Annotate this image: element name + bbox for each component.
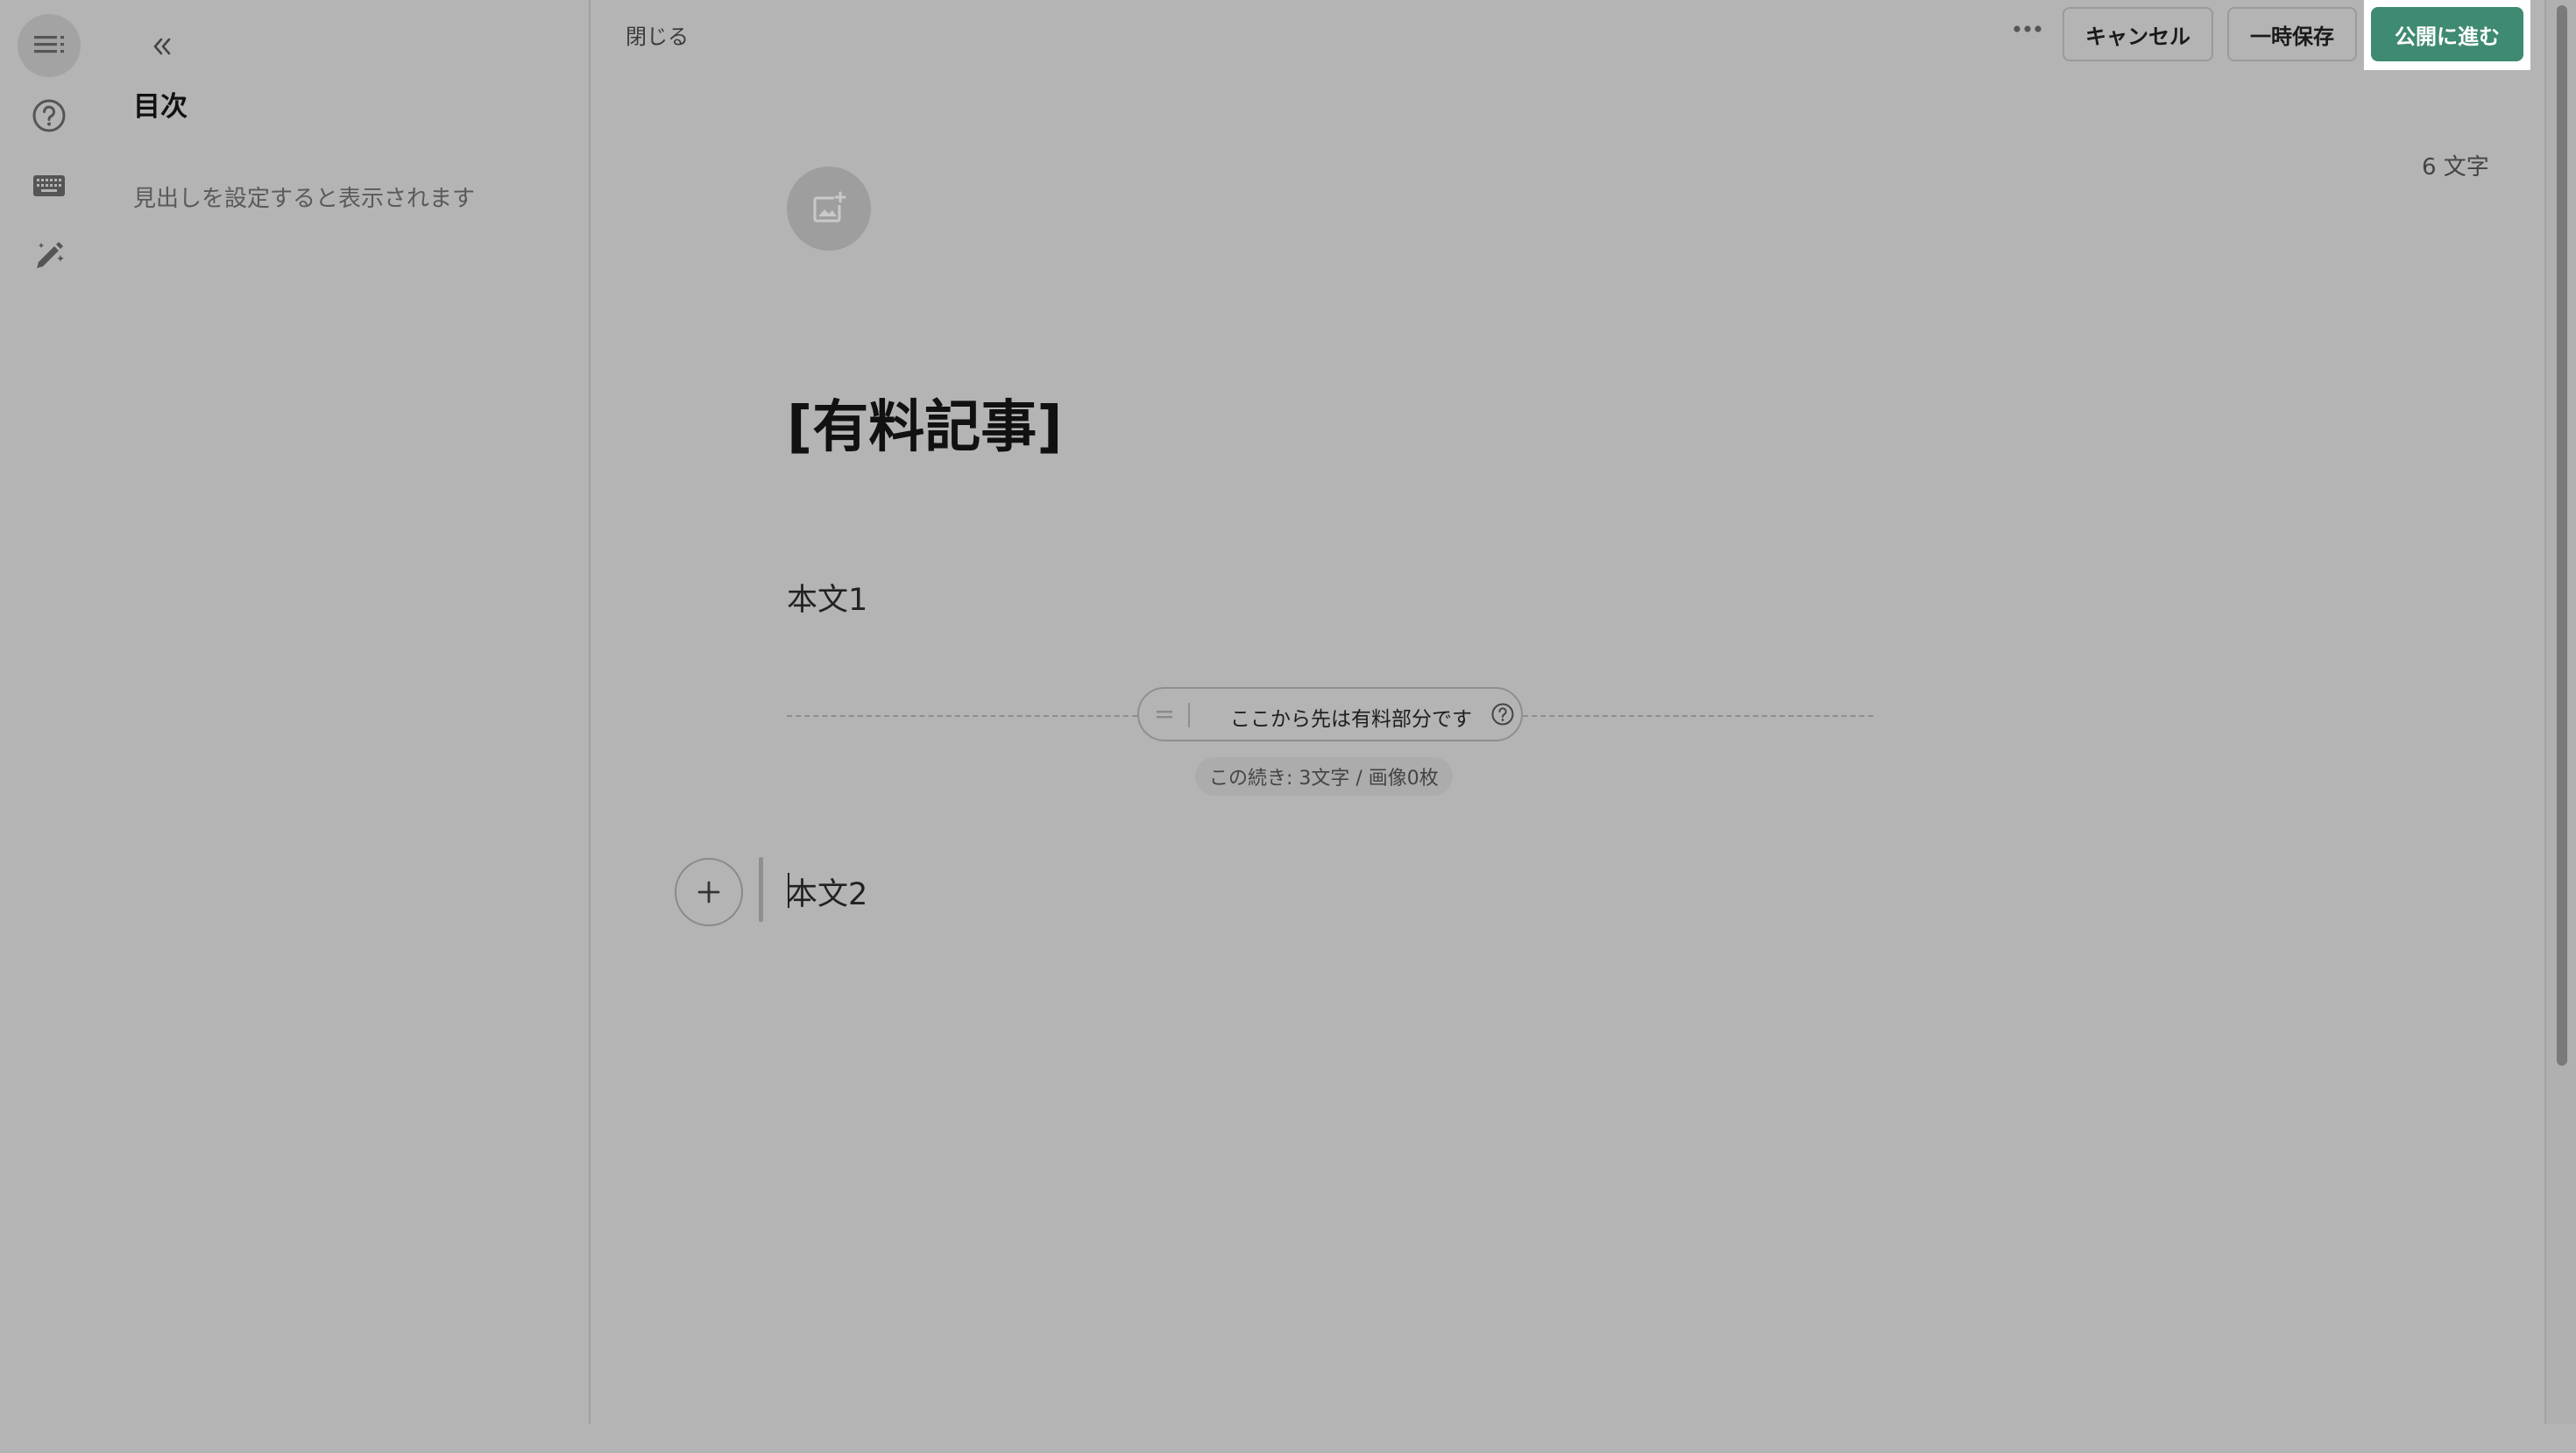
paywall-divider-left (787, 715, 1137, 717)
character-count: 6 文字 (2422, 154, 2489, 181)
toc-panel: 目次 見出しを設定すると表示されます (98, 0, 591, 1424)
paywall-info-badge: この続き: 3文字 / 画像0枚 (1195, 757, 1453, 796)
paywall-help-icon[interactable] (1490, 701, 1516, 727)
scrollbar-thumb[interactable] (2557, 5, 2567, 1066)
add-block-button[interactable] (675, 858, 743, 926)
help-button[interactable] (18, 84, 81, 147)
window-bottom-edge (0, 1424, 2576, 1453)
toc-icon (34, 36, 64, 53)
paywall-label: ここから先は有料部分です (1230, 708, 1472, 731)
publish-button[interactable]: 公開に進む (2371, 7, 2523, 61)
save-draft-button[interactable]: 一時保存 (2227, 7, 2357, 61)
cancel-button[interactable]: キャンセル (2063, 7, 2213, 61)
drag-handle-icon[interactable] (1151, 701, 1178, 727)
collapse-toc-button[interactable] (140, 25, 184, 68)
toc-empty-message: 見出しを設定すると表示されます (133, 186, 476, 212)
keyboard-button[interactable] (18, 154, 81, 217)
more-options-button[interactable] (2008, 16, 2047, 42)
toc-button[interactable] (18, 14, 81, 77)
double-chevron-left-icon (153, 38, 171, 55)
pen-icon (37, 242, 64, 268)
body-paragraph-1[interactable]: 本文1 (787, 575, 867, 620)
ai-assist-button[interactable] (18, 224, 81, 287)
paywall-divider-right (1523, 715, 1873, 717)
toc-title: 目次 (133, 91, 188, 123)
body-paragraph-2[interactable]: 本文2 (787, 869, 867, 914)
paywall-marker[interactable]: ここから先は有料部分です (1137, 687, 1523, 741)
add-header-image-button[interactable] (787, 167, 871, 251)
pill-separator (1188, 703, 1190, 727)
active-block-indicator (759, 857, 763, 922)
icon-rail (0, 0, 98, 1453)
help-icon (32, 99, 66, 132)
more-horizontal-icon (2013, 25, 2042, 32)
article-title[interactable]: [有料記事] (787, 382, 1063, 463)
text-caret (788, 873, 789, 908)
plus-icon (697, 881, 720, 904)
keyboard-icon (33, 175, 65, 196)
image-add-icon (813, 191, 846, 223)
close-link[interactable]: 閉じる (626, 19, 689, 50)
